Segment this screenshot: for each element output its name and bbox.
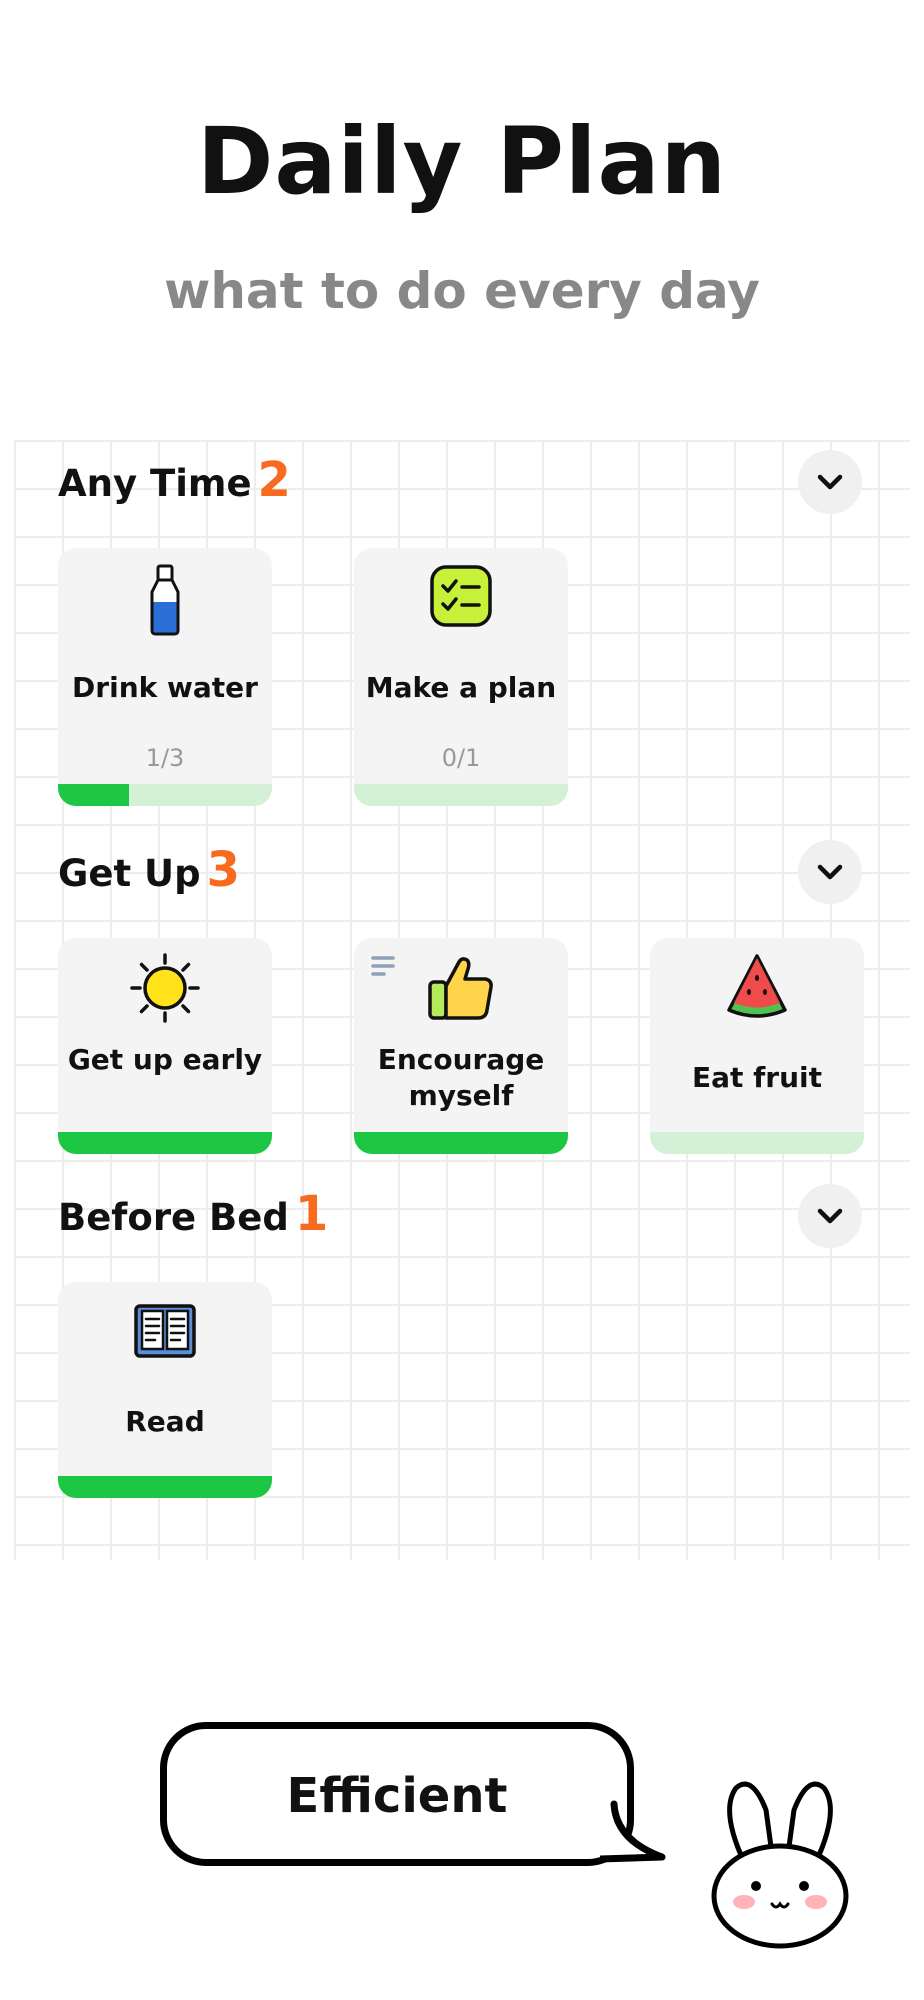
speech-bubble-text: Efficient — [286, 1768, 508, 1824]
progress-fill — [58, 784, 129, 806]
card-title: Encourage myself — [377, 1043, 545, 1112]
habit-card-drink-water[interactable]: Drink water 1/3 — [58, 548, 272, 806]
section-title: Get Up — [58, 852, 201, 895]
collapse-any-time-button[interactable] — [798, 450, 862, 514]
bunny-icon — [711, 1781, 849, 1949]
progress-text: 1/3 — [145, 744, 185, 772]
habit-card-get-up-early[interactable]: Get up early — [58, 938, 272, 1154]
section-header-before-bed: Before Bed 1 — [58, 1186, 328, 1242]
chevron-down-icon — [817, 1208, 843, 1224]
habit-card-read[interactable]: Read — [58, 1282, 272, 1498]
card-title: Drink water — [72, 671, 258, 704]
collapse-before-bed-button[interactable] — [798, 1184, 862, 1248]
section-count: 1 — [294, 1186, 329, 1242]
thumbs-up-icon — [428, 957, 493, 1020]
progress-bar — [650, 1132, 864, 1154]
note-icon — [371, 956, 395, 976]
habit-card-make-a-plan[interactable]: Make a plan 0/1 — [354, 548, 568, 806]
habit-card-eat-fruit[interactable]: Eat fruit — [650, 938, 864, 1154]
progress-bar — [58, 1132, 272, 1154]
watermelon-icon — [727, 954, 787, 1018]
chevron-down-icon — [817, 474, 843, 490]
page-title: Daily Plan — [196, 108, 728, 215]
section-count: 3 — [206, 842, 240, 898]
section-header-get-up: Get Up 3 — [58, 842, 240, 898]
checklist-icon — [430, 565, 492, 627]
section-count: 2 — [257, 452, 291, 508]
progress-fill — [354, 1132, 568, 1154]
section-title: Any Time — [58, 462, 252, 505]
section-title: Before Bed — [58, 1196, 289, 1239]
chevron-down-icon — [817, 864, 843, 880]
card-title: Eat fruit — [691, 1061, 823, 1094]
book-icon — [134, 1304, 196, 1358]
progress-bar — [58, 1476, 272, 1498]
progress-text: 0/1 — [441, 744, 481, 772]
page-subtitle: what to do every day — [164, 262, 760, 320]
collapse-get-up-button[interactable] — [798, 840, 862, 904]
water-bottle-icon — [150, 564, 180, 636]
progress-fill — [58, 1132, 272, 1154]
card-title: Read — [125, 1405, 205, 1438]
progress-fill — [58, 1476, 272, 1498]
card-title: Get up early — [67, 1043, 263, 1076]
sun-icon — [130, 953, 200, 1023]
habit-card-encourage-myself[interactable]: Encourage myself — [354, 938, 568, 1154]
card-title: Make a plan — [365, 671, 557, 704]
section-header-any-time: Any Time 2 — [58, 452, 291, 508]
progress-bar — [354, 1132, 568, 1154]
progress-bar — [354, 784, 568, 806]
progress-bar — [58, 784, 272, 806]
